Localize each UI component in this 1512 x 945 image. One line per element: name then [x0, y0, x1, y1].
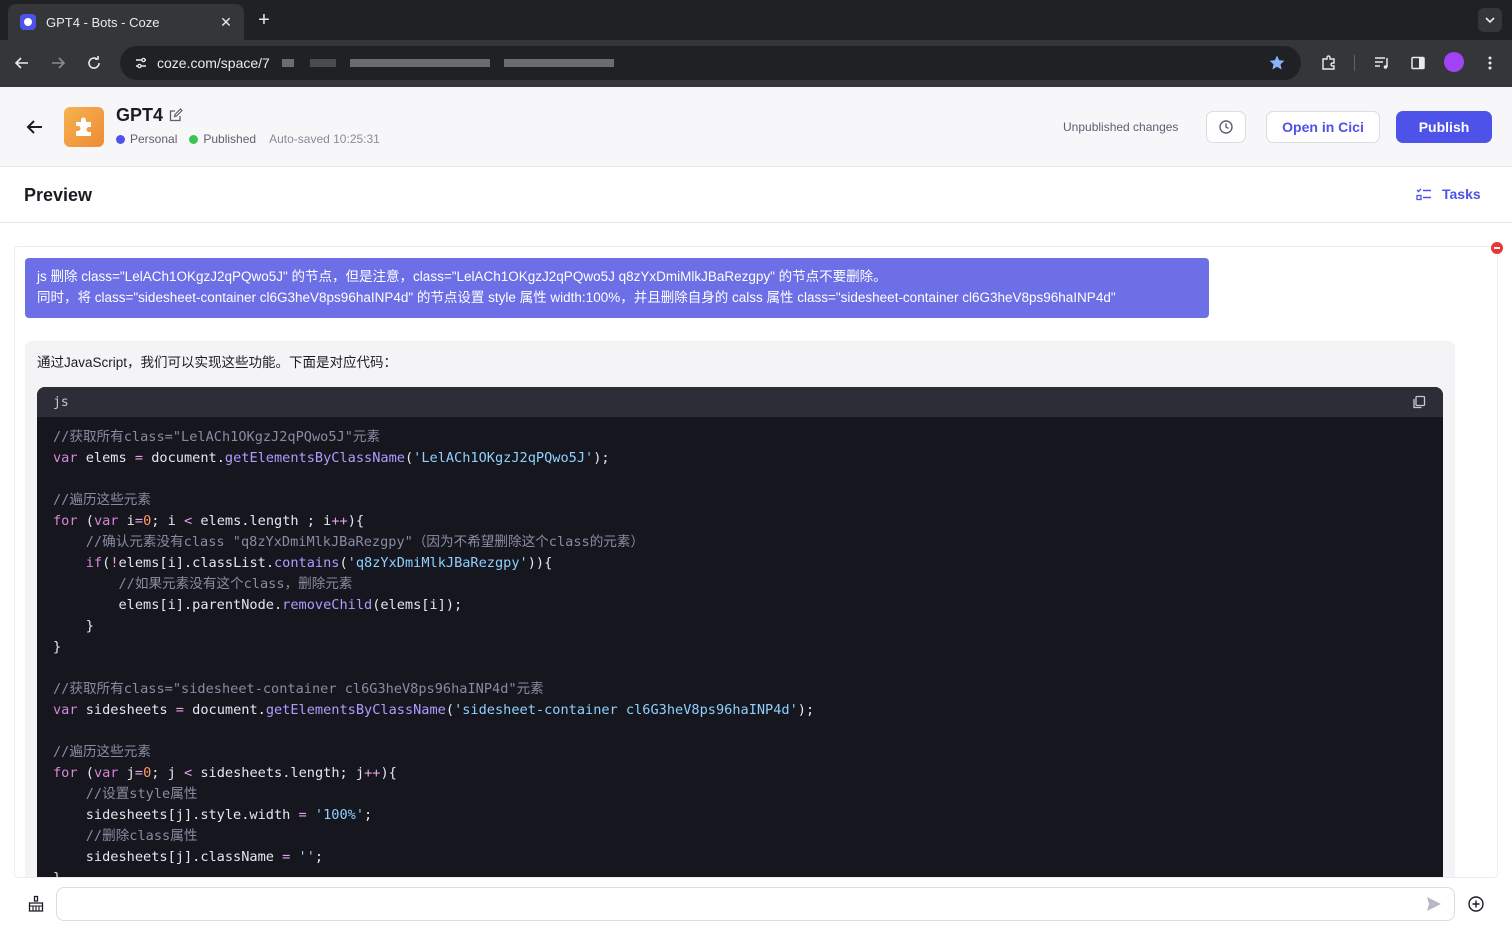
new-tab-button[interactable]: +	[252, 8, 276, 32]
tasks-icon	[1416, 188, 1431, 201]
chat-area[interactable]: js 删除 class="LelACh1OKgzJ2qPQwo5J" 的节点，但…	[14, 246, 1498, 878]
tasks-button[interactable]: Tasks	[1416, 186, 1481, 202]
back-button[interactable]	[22, 114, 48, 140]
open-in-cici-button[interactable]: Open in Cici	[1266, 111, 1380, 143]
broom-icon[interactable]	[26, 894, 46, 914]
media-control-icon[interactable]	[1371, 52, 1393, 74]
history-icon	[1219, 120, 1233, 134]
browser-tabbar: GPT4 - Bots - Coze ✕ +	[0, 0, 1512, 40]
redacted-url-part	[504, 59, 614, 67]
code-content: //获取所有class="LelACh1OKgzJ2qPQwo5J"元素 var…	[53, 429, 815, 878]
tab-title: GPT4 - Bots - Coze	[46, 14, 160, 30]
side-panel-icon[interactable]	[1407, 52, 1429, 74]
site-info-icon[interactable]	[130, 52, 152, 74]
reload-icon	[88, 56, 100, 69]
tab-search-button[interactable]	[1478, 8, 1502, 32]
url-text: coze.com/space/7	[157, 55, 270, 71]
chat-input-bar	[0, 878, 1512, 945]
chevron-down-icon	[1485, 17, 1495, 24]
personal-workspace-icon	[116, 134, 125, 144]
bot-message: 通过JavaScript，我们可以实现这些功能。下面是对应代码： js //获取…	[25, 341, 1455, 878]
bot-header: GPT4 Personal Published Auto-saved 10:25…	[0, 87, 1512, 167]
bot-intro-text: 通过JavaScript，我们可以实现这些功能。下面是对应代码：	[37, 355, 398, 370]
browser-reload-button[interactable]	[81, 50, 107, 76]
coze-favicon-icon	[20, 14, 36, 30]
send-icon[interactable]	[1424, 894, 1444, 914]
arrow-right-icon	[52, 57, 66, 69]
unpublished-changes-label: Unpublished changes	[1063, 120, 1179, 134]
browser-tab[interactable]: GPT4 - Bots - Coze ✕	[8, 4, 244, 40]
edit-icon[interactable]	[169, 108, 183, 122]
bot-meta: Personal Published Auto-saved 10:25:31	[116, 132, 380, 146]
workspace-label: Personal	[130, 132, 178, 146]
published-check-icon	[189, 134, 199, 144]
chat-message-input[interactable]	[56, 887, 1455, 921]
redacted-url-part	[310, 59, 336, 67]
redacted-url-part	[282, 59, 294, 67]
tasks-label: Tasks	[1442, 186, 1481, 202]
publish-button[interactable]: Publish	[1396, 111, 1492, 143]
publish-status: Published	[203, 132, 257, 146]
user-message-line: js 删除 class="LelACh1OKgzJ2qPQwo5J" 的节点，但…	[37, 269, 887, 284]
plus-circle-icon[interactable]	[1466, 894, 1486, 914]
preview-bar: Preview Tasks	[0, 168, 1512, 223]
arrow-left-icon	[26, 120, 42, 134]
browser-menu-icon[interactable]	[1479, 52, 1501, 74]
profile-avatar[interactable]	[1444, 52, 1464, 72]
address-bar[interactable]: coze.com/space/7	[120, 46, 1301, 80]
error-indicator-icon[interactable]	[1491, 242, 1503, 254]
browser-forward-button[interactable]	[45, 50, 71, 76]
user-message-line: 同时，将 class="sidesheet-container cl6G3heV…	[37, 290, 1116, 305]
extensions-icon[interactable]	[1318, 52, 1340, 74]
toolbar-separator	[1354, 55, 1355, 71]
bookmark-star-icon[interactable]	[1267, 53, 1287, 73]
history-button[interactable]	[1206, 111, 1246, 143]
code-language-label: js	[53, 394, 69, 410]
bot-name: GPT4	[116, 105, 164, 125]
browser-back-button[interactable]	[9, 50, 35, 76]
tab-close-icon[interactable]: ✕	[218, 14, 234, 30]
puzzle-icon	[76, 117, 91, 136]
redacted-url-part	[350, 59, 490, 67]
preview-title: Preview	[24, 185, 93, 205]
browser-toolbar: coze.com/space/7	[0, 40, 1512, 87]
autosave-status: Auto-saved 10:25:31	[269, 132, 380, 146]
code-block-header: js	[37, 387, 1443, 417]
arrow-left-icon	[14, 57, 28, 69]
copy-icon[interactable]	[1411, 394, 1427, 410]
user-message: js 删除 class="LelACh1OKgzJ2qPQwo5J" 的节点，但…	[25, 258, 1209, 318]
bot-avatar[interactable]	[64, 107, 104, 147]
code-block: js //获取所有class="LelACh1OKgzJ2qPQwo5J"元素 …	[37, 387, 1443, 878]
